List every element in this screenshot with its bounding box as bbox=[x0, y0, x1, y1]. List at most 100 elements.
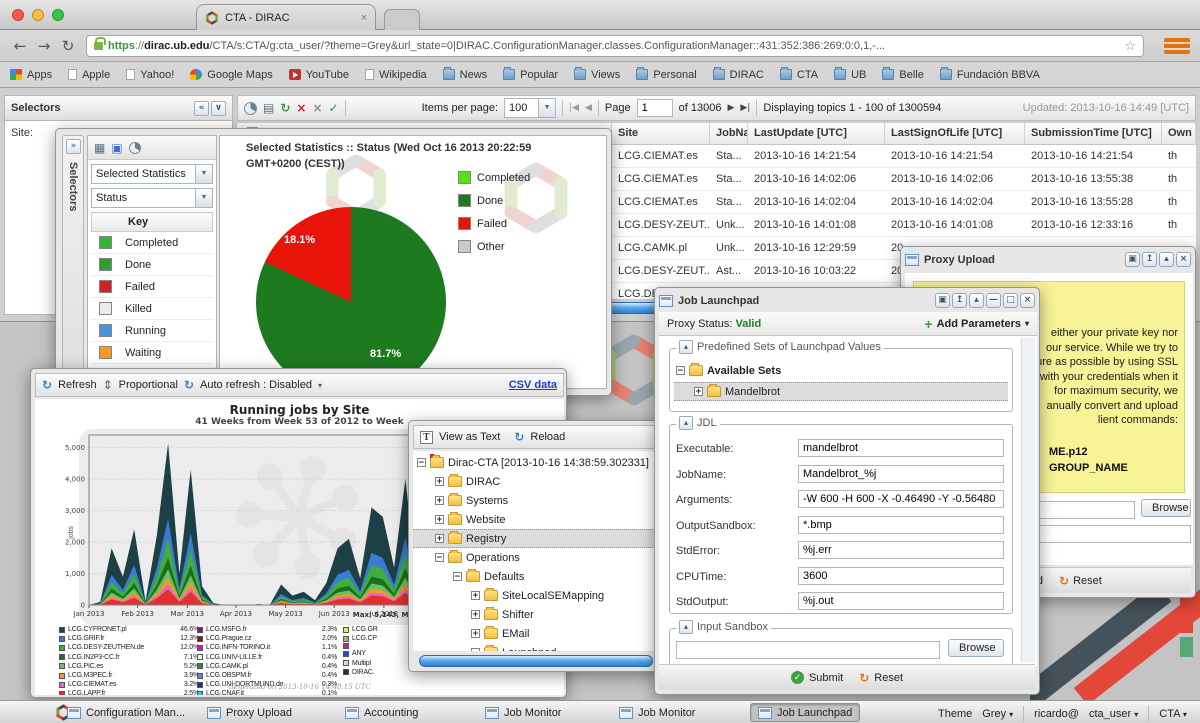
view-as-text-button[interactable]: View as Text bbox=[439, 431, 500, 443]
bookmark-star-icon[interactable]: ☆ bbox=[1124, 39, 1136, 54]
vertical-scrollbar[interactable] bbox=[1183, 128, 1195, 168]
tree-item[interactable]: − Launchpad bbox=[413, 643, 659, 651]
window-button[interactable]: ▣ bbox=[935, 293, 950, 308]
refresh-icon[interactable]: ↻ bbox=[42, 379, 52, 391]
bookmark-item[interactable]: Apps bbox=[10, 69, 52, 81]
bookmark-item[interactable]: YouTube bbox=[289, 69, 349, 81]
first-page-button[interactable]: |◀ bbox=[569, 104, 579, 113]
prev-page-button[interactable]: ◀ bbox=[585, 104, 592, 113]
bookmark-item[interactable]: CTA bbox=[780, 69, 818, 81]
reset-red-icon[interactable]: × bbox=[296, 102, 306, 114]
submit-button[interactable]: ✓ Submit bbox=[791, 671, 843, 684]
bookmark-item[interactable]: Apple bbox=[68, 69, 110, 81]
refresh-button[interactable]: Refresh bbox=[58, 379, 97, 391]
bookmark-item[interactable]: Views bbox=[574, 69, 620, 81]
field-input[interactable] bbox=[798, 592, 1004, 610]
bookmark-item[interactable]: UB bbox=[834, 69, 866, 81]
chevron-down-icon[interactable]: ▼ bbox=[195, 189, 212, 207]
field-input[interactable] bbox=[798, 516, 1004, 534]
browser-menu-icon[interactable] bbox=[1164, 38, 1190, 54]
reset-button[interactable]: ↻ Reset bbox=[859, 672, 903, 684]
tree-item[interactable]: + Registry bbox=[413, 529, 659, 548]
field-input[interactable] bbox=[798, 541, 1004, 559]
forward-button[interactable]: → bbox=[32, 37, 56, 55]
key-row[interactable]: Done bbox=[91, 254, 213, 276]
key-column-header[interactable]: Key bbox=[91, 212, 213, 232]
bookmark-item[interactable]: Fundación BBVA bbox=[940, 69, 1040, 81]
add-parameters-button[interactable]: + Add Parameters ▾ bbox=[924, 316, 1029, 332]
field-input[interactable] bbox=[798, 439, 1004, 457]
config-horizontal-scrollbar[interactable] bbox=[419, 655, 653, 667]
tree-expander-icon[interactable]: + bbox=[435, 496, 444, 505]
column-header[interactable]: LastSignOfLife [UTC] bbox=[885, 123, 1025, 145]
taskbar-item[interactable]: Accounting bbox=[338, 703, 425, 722]
maximize-window-button[interactable] bbox=[52, 9, 64, 21]
next-page-button[interactable]: ▶ bbox=[727, 104, 734, 113]
reload-button[interactable]: Reload bbox=[530, 431, 565, 443]
launchpad-scrollbar-track[interactable]: ▲ ▼ bbox=[1021, 338, 1035, 662]
browse-button[interactable]: Browse bbox=[1141, 499, 1191, 517]
window-button[interactable]: □ bbox=[1003, 293, 1018, 308]
reload-icon[interactable]: ↻ bbox=[514, 431, 524, 443]
window-button[interactable]: ↥ bbox=[952, 293, 967, 308]
chevron-down-icon[interactable]: ▾ bbox=[318, 381, 322, 390]
last-page-button[interactable]: ▶| bbox=[740, 104, 750, 113]
tree-item[interactable]: + Website bbox=[413, 510, 659, 529]
tree-item[interactable]: + DIRAC bbox=[413, 472, 659, 491]
tree-expander-icon[interactable]: + bbox=[435, 534, 444, 543]
taskbar-item[interactable]: Configuration Man... bbox=[60, 703, 192, 722]
bookmark-item[interactable]: Personal bbox=[636, 69, 696, 81]
proportional-icon[interactable]: ⇕ bbox=[103, 379, 113, 391]
tree-expander-icon[interactable]: − bbox=[435, 553, 444, 562]
statistics-type-select[interactable]: Selected Statistics ▼ bbox=[91, 164, 213, 184]
tree-expander-icon[interactable]: + bbox=[435, 477, 444, 486]
tab-close-icon[interactable]: × bbox=[361, 12, 367, 24]
proportional-button[interactable]: Proportional bbox=[119, 379, 178, 391]
window-button[interactable]: × bbox=[1176, 252, 1191, 267]
tree-item[interactable]: − Operations bbox=[413, 548, 659, 567]
window-button[interactable]: ▴ bbox=[1159, 252, 1174, 267]
bookmark-item[interactable]: Popular bbox=[503, 69, 558, 81]
clear-gray-icon[interactable]: × bbox=[312, 102, 322, 114]
tree-item[interactable]: + Systems bbox=[413, 491, 659, 510]
key-row[interactable]: Killed bbox=[91, 298, 213, 320]
mandelbrot-set-node[interactable]: + Mandelbrot bbox=[674, 382, 1008, 401]
window-button[interactable]: — bbox=[986, 293, 1001, 308]
refresh-icon[interactable]: ↻ bbox=[280, 102, 290, 114]
save-icon[interactable]: ▣ bbox=[111, 142, 122, 154]
window-button[interactable]: ↥ bbox=[1142, 252, 1157, 267]
tree-item[interactable]: − Dirac-CTA [2013-10-16 14:38:59.302331] bbox=[413, 453, 659, 472]
back-button[interactable]: ← bbox=[8, 37, 32, 55]
tree-expander-icon[interactable]: + bbox=[471, 591, 480, 600]
text-view-icon[interactable]: T bbox=[420, 431, 433, 444]
proxy-upload-header[interactable]: Proxy Upload ▣↥▴× bbox=[905, 250, 1191, 269]
group-select[interactable]: cta_user ▾ bbox=[1089, 708, 1138, 720]
tree-expander-icon[interactable]: + bbox=[435, 515, 444, 524]
window-button[interactable]: ▣ bbox=[1125, 252, 1140, 267]
browser-tab[interactable]: CTA - DIRAC × bbox=[196, 4, 376, 30]
taskbar-item[interactable]: Proxy Upload bbox=[200, 703, 299, 722]
sandbox-file-input[interactable] bbox=[676, 641, 940, 659]
column-header[interactable]: SubmissionTime [UTC] bbox=[1025, 123, 1162, 145]
page-input[interactable] bbox=[637, 99, 673, 117]
tree-item[interactable]: + SiteLocalSEMapping bbox=[413, 586, 659, 605]
column-header[interactable]: LastUpdate [UTC] bbox=[748, 123, 885, 145]
setup-select[interactable]: CTA ▾ bbox=[1159, 708, 1187, 720]
tree-expander-icon[interactable]: − bbox=[453, 572, 462, 581]
address-bar[interactable]: https://dirac.ub.edu/CTA/s:CTA/g:cta_use… bbox=[86, 35, 1144, 57]
chevron-down-icon[interactable]: ▼ bbox=[195, 165, 212, 183]
taskbar-item[interactable]: Job Monitor bbox=[612, 703, 702, 722]
bookmark-item[interactable]: News bbox=[443, 69, 488, 81]
tree-item[interactable]: − Defaults bbox=[413, 567, 659, 586]
apply-check-icon[interactable]: ✓ bbox=[329, 102, 339, 114]
collapse-fieldset-icon[interactable]: ▴ bbox=[679, 416, 693, 430]
collapse-fieldset-icon[interactable]: ▴ bbox=[679, 340, 693, 354]
key-row[interactable]: Running bbox=[91, 320, 213, 342]
key-row[interactable]: Completed bbox=[91, 232, 213, 254]
field-input[interactable] bbox=[798, 465, 1004, 483]
key-row[interactable]: Waiting bbox=[91, 342, 213, 364]
statistics-field-select[interactable]: Status ▼ bbox=[91, 188, 213, 208]
minimize-window-button[interactable] bbox=[32, 9, 44, 21]
theme-select[interactable]: Grey ▾ bbox=[982, 708, 1013, 720]
expand-selectors-icon[interactable]: » bbox=[66, 139, 81, 154]
